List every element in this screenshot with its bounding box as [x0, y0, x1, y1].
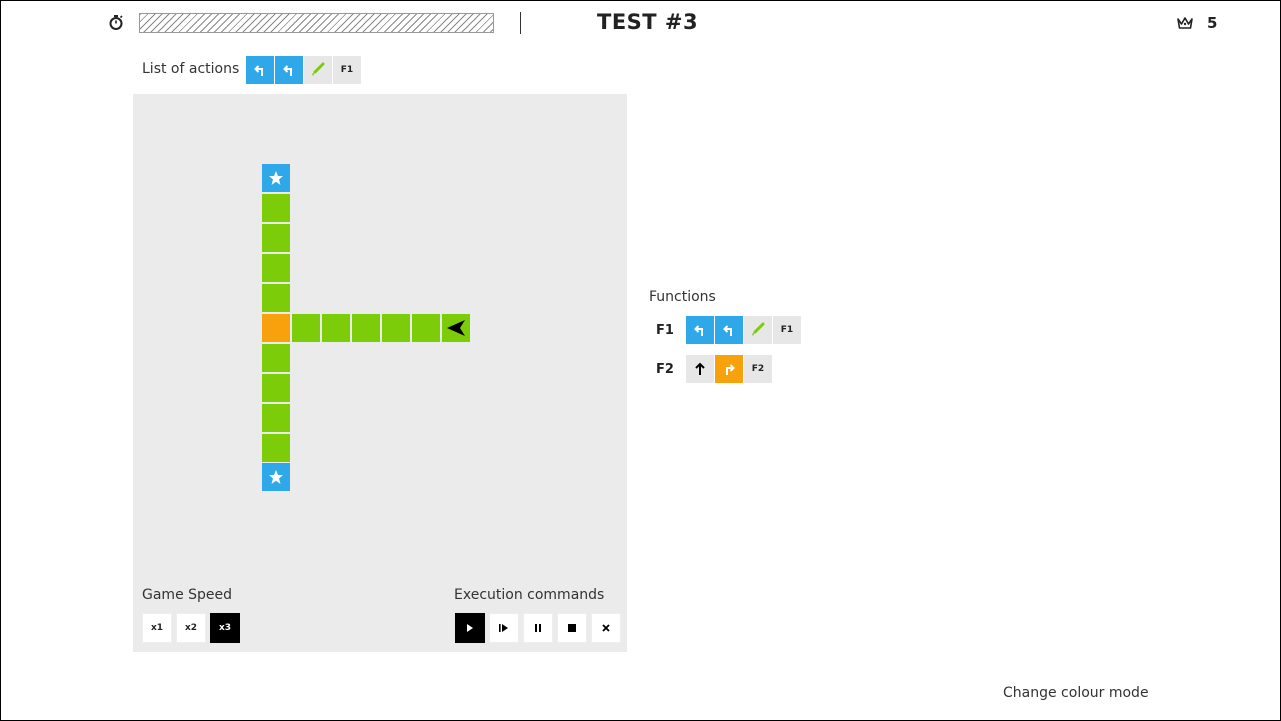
green-tile — [352, 314, 380, 342]
turn-left-icon — [694, 325, 703, 336]
green-tile — [322, 314, 350, 342]
function-slot[interactable]: F2 — [744, 355, 772, 383]
robot-tile — [442, 314, 470, 342]
function-f2-slots: F2 — [686, 355, 772, 383]
green-tile — [262, 224, 290, 252]
play-button[interactable] — [455, 613, 485, 643]
speed-x1-button[interactable]: x1 — [142, 613, 172, 643]
function-slot[interactable]: F1 — [773, 316, 801, 344]
action-label: F1 — [340, 65, 354, 75]
functions-label: Functions — [649, 289, 716, 305]
pause-button[interactable] — [523, 613, 553, 643]
function-f1-slots: F1 — [686, 316, 801, 344]
crown-icon — [1177, 17, 1193, 29]
green-tile — [262, 194, 290, 222]
function-call-label: F1 — [780, 325, 794, 335]
change-colour-mode-link[interactable]: Change colour mode — [1003, 685, 1149, 701]
actions-label: List of actions — [142, 61, 240, 77]
function-f2-name: F2 — [656, 361, 674, 377]
turn-left-icon — [723, 325, 732, 336]
speed-x3-button[interactable]: x3 — [210, 613, 240, 643]
step-icon — [499, 624, 508, 632]
green-tile — [262, 374, 290, 402]
action-slot[interactable] — [275, 56, 303, 84]
function-f1-name: F1 — [656, 322, 674, 338]
function-f2-row: F2 F2 — [656, 355, 772, 383]
function-f1-row: F1 F1 — [656, 316, 801, 344]
turn-right-icon — [726, 364, 735, 375]
function-slot[interactable] — [715, 355, 743, 383]
level-title: TEST #3 — [597, 10, 699, 34]
function-call-label: F2 — [751, 364, 765, 374]
game-speed-options: x1 x2 x3 — [142, 613, 240, 643]
paint-brush-icon — [752, 322, 765, 336]
function-slot[interactable] — [744, 316, 772, 344]
turn-left-icon — [254, 65, 263, 76]
action-slot[interactable] — [304, 56, 332, 84]
paint-brush-icon — [312, 62, 325, 76]
green-tile — [382, 314, 410, 342]
game-speed-label: Game Speed — [142, 587, 233, 603]
star-tile — [262, 463, 290, 491]
arrow-up-icon — [695, 362, 705, 375]
stop-icon — [568, 624, 576, 632]
step-button[interactable] — [489, 613, 519, 643]
star-icon — [269, 171, 283, 185]
green-tile — [262, 284, 290, 312]
stopwatch-icon — [109, 15, 123, 30]
orange-tile — [262, 314, 290, 342]
header-divider — [520, 12, 521, 34]
green-tile — [262, 434, 290, 462]
score-value: 5 — [1207, 14, 1218, 32]
function-slot[interactable] — [686, 316, 714, 344]
game-board: Game Speed x1 x2 x3 Execution commands — [133, 94, 627, 652]
action-slot[interactable] — [246, 56, 274, 84]
function-slot[interactable] — [715, 316, 743, 344]
green-tile — [292, 314, 320, 342]
reset-button[interactable] — [591, 613, 621, 643]
function-slot[interactable] — [686, 355, 714, 383]
star-icon — [269, 470, 283, 484]
play-icon — [467, 624, 473, 632]
time-progress-bar — [139, 13, 494, 33]
robot-arrow-icon — [447, 320, 465, 336]
green-tile — [262, 254, 290, 282]
green-tile — [262, 404, 290, 432]
execution-label: Execution commands — [454, 587, 605, 603]
turn-left-icon — [283, 65, 292, 76]
stop-button[interactable] — [557, 613, 587, 643]
action-list: F1 — [246, 56, 361, 84]
close-icon — [602, 624, 610, 632]
pause-icon — [535, 624, 541, 632]
execution-controls — [455, 613, 621, 643]
action-slot[interactable]: F1 — [333, 56, 361, 84]
star-tile — [262, 164, 290, 192]
speed-x2-button[interactable]: x2 — [176, 613, 206, 643]
green-tile — [262, 344, 290, 372]
green-tile — [412, 314, 440, 342]
